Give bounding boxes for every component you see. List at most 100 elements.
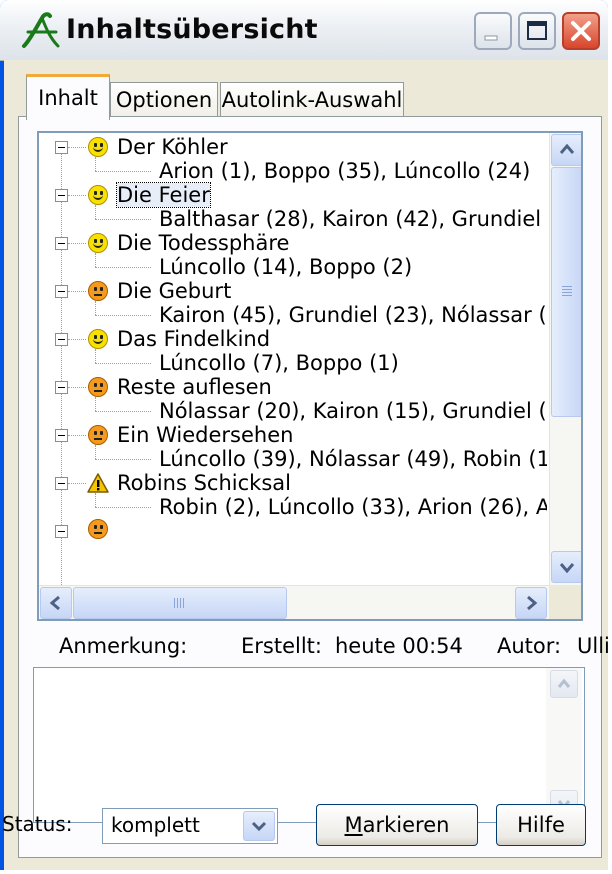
scrollbar-corner — [549, 585, 581, 619]
annotation-label: Anmerkung: — [59, 634, 188, 658]
tree-expander[interactable] — [55, 141, 68, 154]
tree-expander[interactable] — [55, 381, 68, 394]
tree-expander[interactable] — [55, 285, 68, 298]
smiley-orange-icon — [88, 519, 108, 539]
tree-child-line — [95, 493, 96, 507]
tree-child-line — [95, 445, 96, 459]
annotation-scroll-up-button[interactable] — [550, 670, 578, 698]
chapter-characters[interactable]: Balthasar (28), Kairon (42), Grundiel (3… — [159, 207, 547, 231]
tab-optionen[interactable]: Optionen — [110, 82, 218, 118]
tree-connector — [68, 483, 86, 484]
tree-connector — [68, 195, 86, 196]
chapter-tree[interactable]: Der Köhler Arion (1), Boppo (35), Lúncol… — [37, 131, 583, 621]
help-button[interactable]: Hilfe — [496, 804, 586, 846]
thumb-grip — [562, 292, 572, 293]
smiley-orange-icon — [88, 425, 108, 445]
scroll-up-button[interactable] — [551, 134, 581, 166]
title-bar[interactable]: Inhaltsübersicht — [0, 0, 608, 61]
chevron-up-icon — [557, 678, 571, 688]
tree-root-line — [61, 143, 62, 585]
author-value: Ulli — [577, 634, 610, 658]
tree-expander[interactable] — [55, 189, 68, 202]
tree-connector — [95, 219, 151, 220]
maximize-icon — [527, 21, 547, 40]
tree-connector — [95, 459, 151, 460]
chapter-characters[interactable]: Lúncollo (14), Boppo (2) — [159, 255, 412, 279]
markieren-label-rest: arkieren — [362, 813, 450, 837]
scroll-thumb-vertical[interactable] — [551, 167, 581, 417]
thumb-grip — [183, 598, 184, 608]
tree-connector — [95, 507, 151, 508]
chapter-title[interactable]: Die Todessphäre — [117, 231, 289, 255]
status-value: komplett — [111, 813, 200, 837]
chapter-characters[interactable]: Arion (1), Boppo (35), Lúncollo (24) — [159, 159, 530, 183]
annotation-scrollbar[interactable] — [546, 668, 582, 822]
tree-connector — [95, 363, 151, 364]
smiley-yellow-icon — [88, 137, 108, 157]
metadata-row: Anmerkung: Erstellt: heute 00:54 Autor: … — [59, 631, 610, 661]
tree-connector — [95, 315, 151, 316]
close-button[interactable] — [562, 12, 600, 50]
scroll-right-button[interactable] — [515, 587, 547, 619]
status-dropdown[interactable]: komplett — [102, 808, 278, 844]
smiley-yellow-icon — [88, 185, 108, 205]
tree-connector — [68, 291, 86, 292]
tree-connector — [68, 435, 86, 436]
chapter-characters[interactable]: Kairon (45), Grundiel (23), Nólassar (8)… — [159, 303, 547, 327]
thumb-grip — [180, 598, 181, 608]
markieren-button[interactable]: Markieren — [316, 804, 478, 846]
maximize-button[interactable] — [518, 12, 556, 50]
tree-child-line — [95, 397, 96, 411]
minimize-button[interactable] — [474, 12, 512, 50]
smiley-yellow-icon — [88, 329, 108, 349]
thumb-grip — [177, 598, 178, 608]
chapter-characters[interactable]: Nólassar (20), Kairon (15), Grundiel (9)… — [159, 399, 547, 423]
chevron-down-icon — [251, 821, 267, 832]
status-label: Status: — [2, 812, 73, 836]
scroll-thumb-horizontal[interactable] — [73, 587, 287, 619]
markieren-accel: M — [344, 813, 363, 837]
scroll-down-button[interactable] — [551, 551, 581, 583]
chapter-characters[interactable]: Lúncollo (7), Boppo (1) — [159, 351, 399, 375]
tree-expander[interactable] — [55, 525, 68, 538]
tree-vertical-scrollbar[interactable] — [549, 133, 581, 585]
thumb-grip — [562, 289, 572, 290]
chevron-up-icon — [559, 143, 575, 154]
chapter-title[interactable]: Ein Wiedersehen — [117, 423, 293, 447]
thumb-grip — [174, 598, 175, 608]
tree-child-line — [95, 157, 96, 171]
thumb-grip — [562, 295, 572, 296]
tree-expander[interactable] — [55, 429, 68, 442]
chapter-characters[interactable]: Robin (2), Lúncollo (33), Arion (26), Al… — [159, 495, 547, 519]
tree-expander[interactable] — [55, 333, 68, 346]
tree-child-line — [95, 301, 96, 315]
tree-rows: Der Köhler Arion (1), Boppo (35), Lúncol… — [39, 133, 547, 585]
scroll-left-button[interactable] — [40, 587, 72, 619]
tree-connector — [95, 171, 151, 172]
created-label: Erstellt: — [241, 634, 322, 658]
chapter-title[interactable]: Der Köhler — [117, 135, 228, 159]
close-icon — [571, 21, 591, 41]
window-title: Inhaltsübersicht — [66, 14, 318, 45]
chapter-title[interactable]: Die Geburt — [117, 279, 231, 303]
tab-autolink-auswahl[interactable]: Autolink-Auswahl — [220, 82, 404, 118]
status-dropdown-button[interactable] — [243, 811, 275, 841]
chapter-title[interactable]: Reste auflesen — [117, 375, 272, 399]
chapter-title[interactable]: Das Findelkind — [117, 327, 270, 351]
tree-connector — [68, 243, 86, 244]
smiley-orange-icon — [88, 377, 108, 397]
window: Inhaltsübersicht Inhalt Optionen Autolin… — [0, 0, 610, 870]
chapter-title[interactable]: Robins Schicksal — [117, 471, 291, 495]
tab-inhalt[interactable]: Inhalt — [26, 74, 110, 120]
tab-bar: Inhalt Optionen Autolink-Auswahl — [22, 74, 602, 120]
tree-expander[interactable] — [55, 477, 68, 490]
smiley-yellow-icon — [88, 233, 108, 253]
tree-connector — [68, 387, 86, 388]
chapter-characters[interactable]: Lúncollo (39), Nólassar (49), Robin (1), — [159, 447, 547, 471]
tree-horizontal-scrollbar[interactable] — [39, 585, 549, 619]
tree-expander[interactable] — [55, 237, 68, 250]
chapter-title-selected[interactable]: Die Feier — [116, 182, 211, 208]
author-label: Autor: — [497, 634, 562, 658]
window-client-area: Inhalt Optionen Autolink-Auswahl Der Köh… — [2, 60, 610, 870]
annotation-textarea[interactable] — [33, 667, 585, 823]
